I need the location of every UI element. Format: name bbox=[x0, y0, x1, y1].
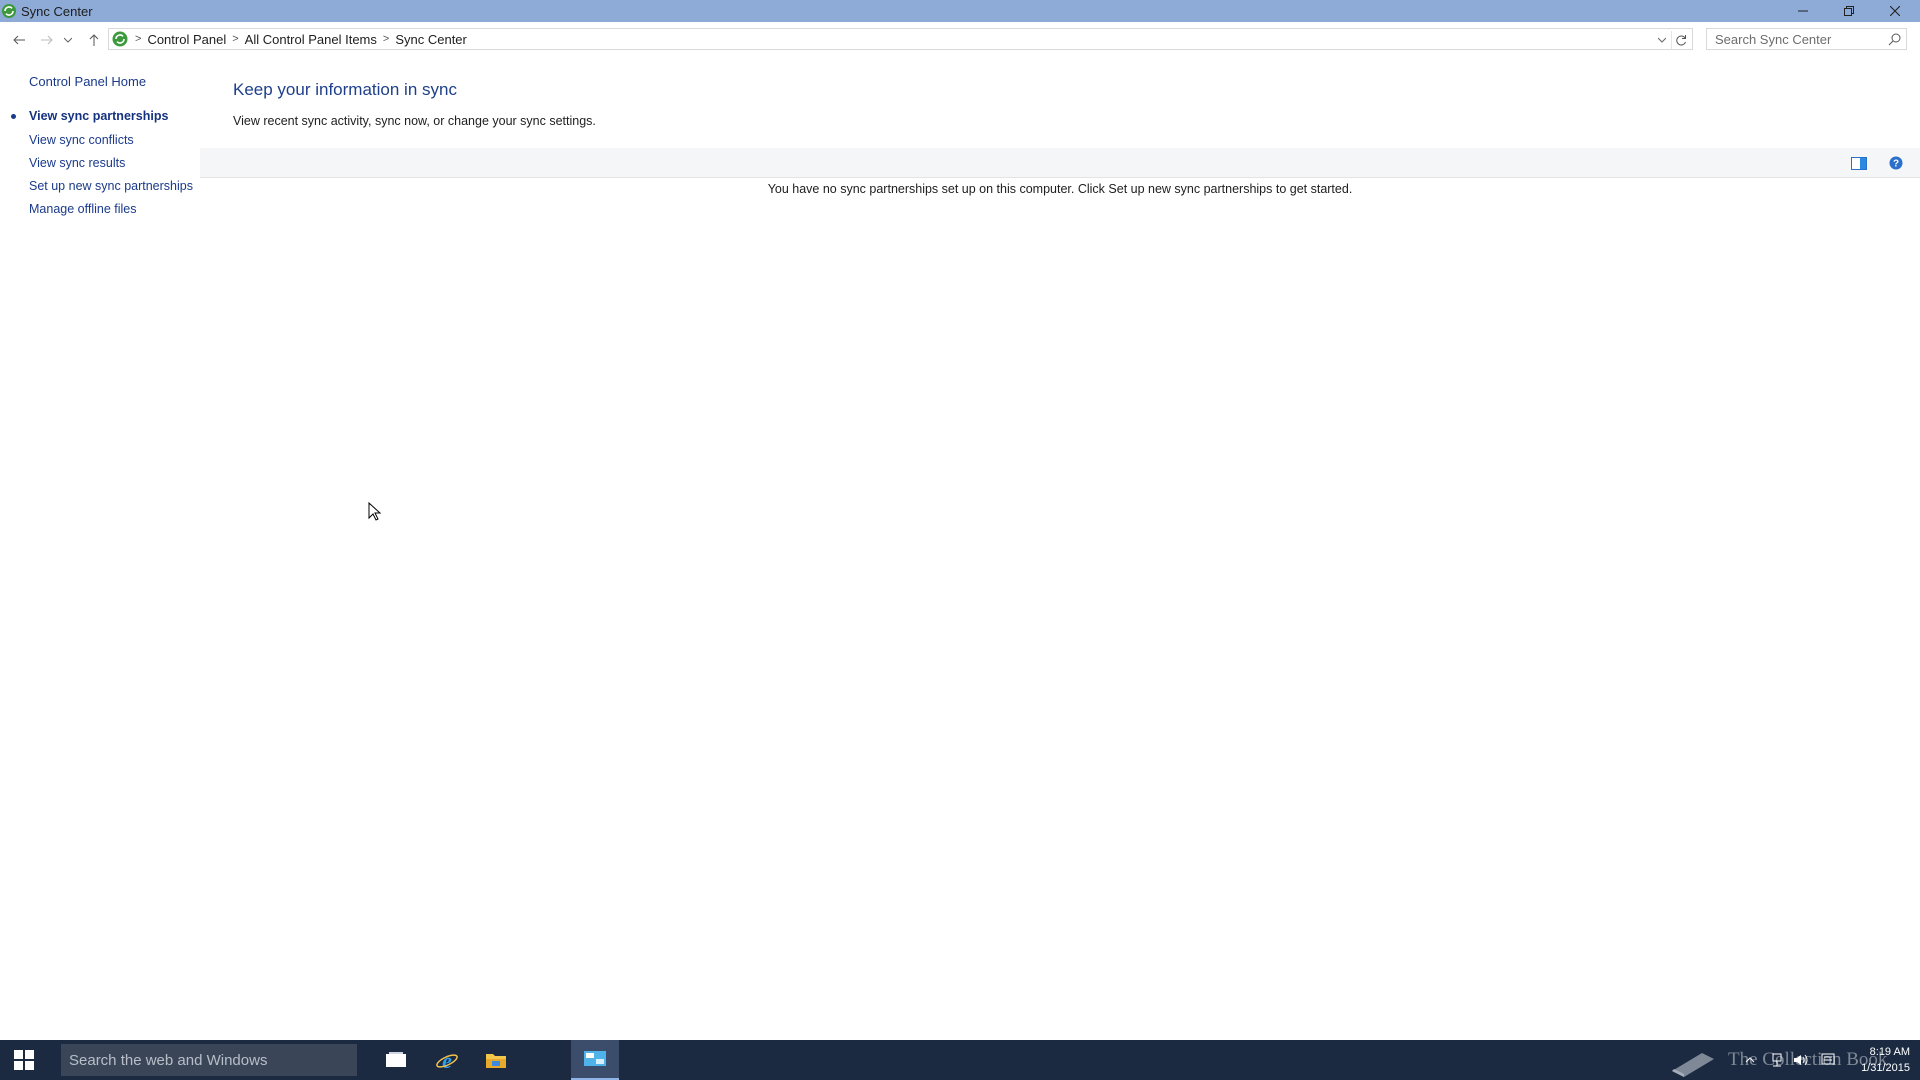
windows-logo-icon bbox=[14, 1050, 34, 1070]
breadcrumb-control-panel[interactable]: Control Panel bbox=[147, 32, 226, 47]
title-bar: Sync Center bbox=[0, 0, 1920, 22]
back-arrow-icon bbox=[13, 35, 25, 45]
forward-arrow-icon bbox=[41, 35, 53, 45]
refresh-icon bbox=[1676, 35, 1686, 46]
search-icon[interactable] bbox=[1888, 32, 1902, 46]
minimize-button[interactable] bbox=[1780, 0, 1826, 22]
internet-explorer-icon: e bbox=[436, 1048, 458, 1072]
file-explorer-icon bbox=[486, 1054, 506, 1068]
nav-setup-sync-partnerships[interactable]: Set up new sync partnerships bbox=[29, 179, 193, 193]
close-icon bbox=[1890, 6, 1900, 16]
empty-partnerships-message: You have no sync partnerships set up on … bbox=[767, 182, 1353, 196]
navigation-bar: > Control Panel > All Control Panel Item… bbox=[0, 26, 1920, 54]
clock-date: 1/31/2015 bbox=[1861, 1062, 1910, 1074]
command-toolbar: ? bbox=[200, 148, 1920, 178]
recent-locations-button[interactable] bbox=[62, 30, 74, 50]
book-logo-icon bbox=[1672, 1053, 1714, 1077]
search-input[interactable] bbox=[1713, 30, 1887, 48]
back-button[interactable] bbox=[9, 30, 29, 50]
task-view-icon bbox=[386, 1052, 406, 1067]
breadcrumb-separator[interactable]: > bbox=[135, 33, 141, 45]
preview-pane-button[interactable] bbox=[1850, 154, 1868, 172]
action-center-icon bbox=[1821, 1053, 1835, 1065]
control-panel-taskbar-icon bbox=[584, 1051, 606, 1066]
chevron-down-icon bbox=[64, 37, 72, 43]
sync-center-icon bbox=[2, 4, 16, 18]
svg-text:e: e bbox=[442, 1048, 452, 1072]
chevron-up-icon bbox=[1745, 1057, 1755, 1063]
up-button[interactable] bbox=[84, 30, 104, 50]
start-button[interactable] bbox=[0, 1040, 48, 1080]
breadcrumb-sync-center[interactable]: Sync Center bbox=[395, 32, 467, 47]
address-bar[interactable]: > Control Panel > All Control Panel Item… bbox=[108, 28, 1693, 50]
nav-view-sync-conflicts[interactable]: View sync conflicts bbox=[29, 133, 134, 147]
volume-tray-button[interactable] bbox=[1793, 1052, 1809, 1068]
breadcrumb-separator[interactable]: > bbox=[383, 33, 389, 45]
address-history-button[interactable] bbox=[1654, 32, 1670, 48]
network-icon bbox=[1772, 1053, 1782, 1067]
up-arrow-icon bbox=[89, 34, 99, 46]
active-item-bullet bbox=[11, 114, 16, 119]
search-box[interactable] bbox=[1706, 28, 1907, 50]
clock-time: 8:19 AM bbox=[1869, 1046, 1910, 1058]
nav-view-sync-partnerships[interactable]: View sync partnerships bbox=[29, 109, 168, 123]
nav-view-sync-results[interactable]: View sync results bbox=[29, 156, 125, 170]
page-title: Keep your information in sync bbox=[233, 80, 457, 99]
taskbar-search-box[interactable]: Search the web and Windows bbox=[61, 1044, 357, 1076]
mouse-cursor-icon bbox=[368, 502, 382, 521]
close-button[interactable] bbox=[1872, 0, 1918, 22]
taskbar: Search the web and Windows e The Collect… bbox=[0, 1040, 1920, 1080]
sync-center-taskbar-button[interactable] bbox=[571, 1040, 619, 1080]
task-view-button[interactable] bbox=[372, 1040, 420, 1080]
window-title: Sync Center bbox=[21, 3, 93, 19]
internet-explorer-button[interactable]: e bbox=[423, 1040, 471, 1080]
refresh-button[interactable] bbox=[1671, 31, 1690, 49]
file-explorer-button[interactable] bbox=[472, 1040, 520, 1080]
chevron-down-icon bbox=[1658, 37, 1666, 43]
system-clock[interactable]: 8:19 AM 1/31/2015 bbox=[1840, 1044, 1910, 1076]
control-panel-home-link[interactable]: Control Panel Home bbox=[29, 74, 146, 89]
breadcrumb-all-items[interactable]: All Control Panel Items bbox=[245, 32, 377, 47]
volume-icon bbox=[1794, 1054, 1808, 1066]
restore-button[interactable] bbox=[1826, 0, 1872, 22]
show-hidden-icons-button[interactable] bbox=[1742, 1052, 1758, 1068]
breadcrumb-separator[interactable]: > bbox=[232, 33, 238, 45]
control-panel-icon bbox=[112, 31, 128, 47]
svg-text:?: ? bbox=[1893, 159, 1899, 170]
network-tray-button[interactable] bbox=[1769, 1052, 1785, 1068]
nav-manage-offline-files[interactable]: Manage offline files bbox=[29, 202, 136, 216]
help-icon: ? bbox=[1889, 156, 1903, 170]
minimize-icon bbox=[1798, 10, 1808, 12]
page-description: View recent sync activity, sync now, or … bbox=[233, 114, 596, 128]
forward-button[interactable] bbox=[37, 30, 57, 50]
help-button[interactable]: ? bbox=[1887, 154, 1905, 172]
action-center-button[interactable] bbox=[1820, 1052, 1836, 1068]
restore-icon bbox=[1844, 6, 1854, 16]
preview-pane-icon bbox=[1851, 156, 1867, 170]
taskbar-search-placeholder: Search the web and Windows bbox=[69, 1051, 268, 1069]
